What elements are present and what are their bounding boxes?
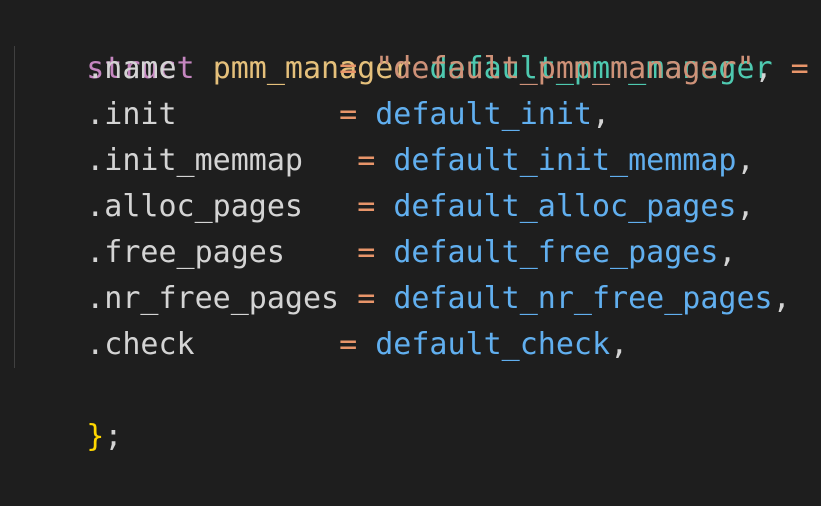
code-line-field: .check = default_check, — [14, 322, 628, 368]
code-line-header: struct pmm_manager default_pmm_manager =… — [14, 0, 821, 86]
field-padding — [195, 327, 340, 362]
assign-operator: = — [357, 281, 376, 316]
function-value: default_free_pages — [393, 235, 719, 270]
function-value: default_alloc_pages — [393, 189, 737, 224]
comma: , — [772, 281, 791, 316]
comma: , — [736, 189, 755, 224]
function-value: default_check — [375, 327, 611, 362]
field-name: .init_memmap — [86, 143, 303, 178]
code-line-field: .free_pages = default_free_pages, — [14, 230, 736, 276]
comma: , — [610, 327, 629, 362]
field-padding — [303, 143, 357, 178]
field-name: .nr_free_pages — [86, 281, 340, 316]
comma: , — [718, 235, 737, 270]
code-line-field: .name = "default_pmm_manager", — [14, 46, 773, 92]
string-value: "default_pmm_manager" — [375, 51, 755, 86]
code-line-field: .init_memmap = default_init_memmap, — [14, 138, 755, 184]
field-padding — [285, 235, 357, 270]
assign-operator: = — [339, 51, 358, 86]
function-value: default_nr_free_pages — [393, 281, 773, 316]
comma: , — [592, 97, 611, 132]
code-line-field: .alloc_pages = default_alloc_pages, — [14, 184, 755, 230]
code-line-field: .nr_free_pages = default_nr_free_pages, — [14, 276, 791, 322]
semicolon: ; — [104, 419, 123, 454]
field-padding — [303, 189, 357, 224]
comma: , — [754, 51, 773, 86]
comma: , — [736, 143, 755, 178]
field-name: .init — [86, 97, 177, 132]
function-value: default_init — [375, 97, 592, 132]
assign-operator: = — [357, 143, 376, 178]
code-editor[interactable]: struct pmm_manager default_pmm_manager =… — [0, 0, 821, 454]
assign-operator: = — [790, 51, 809, 86]
field-name: .check — [86, 327, 195, 362]
assign-operator: = — [339, 97, 358, 132]
code-line-footer: }; — [14, 368, 122, 454]
field-padding — [339, 281, 357, 316]
field-padding — [177, 97, 340, 132]
function-value: default_init_memmap — [393, 143, 737, 178]
assign-operator: = — [357, 235, 376, 270]
assign-operator: = — [339, 327, 358, 362]
field-padding — [177, 51, 340, 86]
field-name: .alloc_pages — [86, 189, 303, 224]
code-line-field: .init = default_init, — [14, 92, 610, 138]
field-name: .name — [86, 51, 177, 86]
field-name: .free_pages — [86, 235, 285, 270]
assign-operator: = — [357, 189, 376, 224]
close-brace: } — [86, 419, 105, 454]
